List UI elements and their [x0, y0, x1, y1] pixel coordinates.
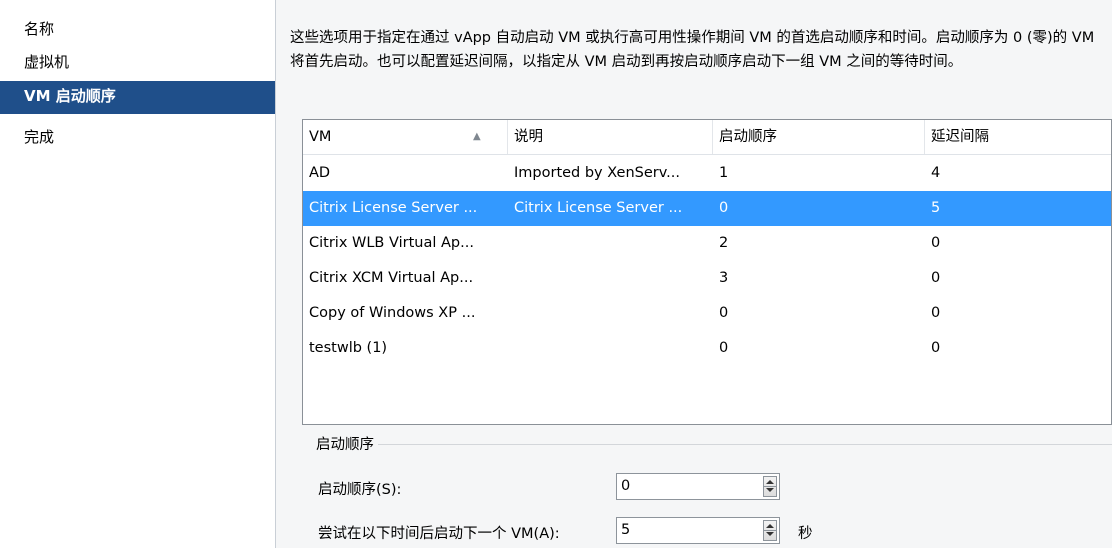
- column-header-start-order[interactable]: 启动顺序: [713, 120, 925, 154]
- cell-start-order: 0: [719, 305, 729, 321]
- nav-item-name[interactable]: 名称: [0, 14, 275, 47]
- description-text: 这些选项用于指定在通过 vApp 自动启动 VM 或执行高可用性操作期间 VM …: [290, 30, 1095, 70]
- main-panel: 这些选项用于指定在通过 vApp 自动启动 VM 或执行高可用性操作期间 VM …: [276, 0, 1112, 548]
- start-order-value: 0: [621, 478, 631, 494]
- cell-vm: Citrix XCM Virtual Ap...: [309, 270, 474, 286]
- group-divider: [364, 444, 1112, 445]
- nav-item-finish[interactable]: 完成: [0, 122, 275, 155]
- group-title: 启动顺序: [312, 433, 378, 454]
- table-row[interactable]: Citrix WLB Virtual Ap... 2 0: [303, 226, 1111, 261]
- wizard-nav: 名称 虚拟机 VM 启动顺序 完成: [0, 0, 276, 548]
- table-row[interactable]: Copy of Windows XP ... 0 0: [303, 296, 1111, 331]
- column-header-label: 说明: [514, 129, 543, 145]
- column-header-description[interactable]: 说明: [508, 120, 713, 154]
- cell-start-order: 0: [719, 340, 729, 356]
- cell-vm: Citrix WLB Virtual Ap...: [309, 235, 474, 251]
- cell-delay: 4: [931, 165, 941, 181]
- cell-start-order: 1: [719, 165, 729, 181]
- nav-item-vm-start-order[interactable]: VM 启动顺序: [0, 81, 275, 114]
- nav-item-label: VM 启动顺序: [24, 87, 116, 105]
- cell-vm: testwlb (1): [309, 340, 388, 356]
- cell-delay: 5: [931, 200, 941, 216]
- cell-start-order: 3: [719, 270, 729, 286]
- cell-delay: 0: [931, 235, 941, 251]
- delay-label: 尝试在以下时间后启动下一个 VM(A):: [318, 526, 560, 542]
- cell-description: Citrix License Server ...: [514, 200, 683, 216]
- spin-divider: [764, 530, 776, 531]
- spin-down-icon[interactable]: [766, 488, 774, 492]
- nav-item-label: 虚拟机: [24, 53, 70, 71]
- start-order-stepper[interactable]: 0: [616, 473, 780, 500]
- spin-up-icon[interactable]: [766, 524, 774, 528]
- delay-stepper[interactable]: 5: [616, 517, 780, 544]
- table-row[interactable]: testwlb (1) 0 0: [303, 331, 1111, 366]
- nav-item-label: 完成: [24, 128, 55, 146]
- delay-unit: 秒: [798, 526, 813, 542]
- spin-down-icon[interactable]: [766, 532, 774, 536]
- table-row[interactable]: AD Imported by XenServ... 1 4: [303, 156, 1111, 191]
- table-header: VM ▲ 说明 启动顺序 延迟间隔: [303, 120, 1111, 155]
- cell-description: Imported by XenServ...: [514, 165, 681, 181]
- cell-vm: AD: [309, 165, 331, 181]
- column-header-label: 延迟间隔: [931, 129, 989, 145]
- start-order-spin-buttons[interactable]: [763, 476, 777, 497]
- start-order-label: 启动顺序(S):: [318, 482, 402, 498]
- cell-delay: 0: [931, 270, 941, 286]
- column-header-label: VM: [309, 129, 332, 145]
- delay-value: 5: [621, 522, 631, 538]
- vm-order-table[interactable]: VM ▲ 说明 启动顺序 延迟间隔 AD Imported by XenServ…: [302, 119, 1112, 425]
- cell-delay: 0: [931, 305, 941, 321]
- delay-spin-buttons[interactable]: [763, 520, 777, 541]
- spin-up-icon[interactable]: [766, 480, 774, 484]
- table-row[interactable]: Citrix XCM Virtual Ap... 3 0: [303, 261, 1111, 296]
- cell-description: [508, 226, 713, 261]
- column-header-delay[interactable]: 延迟间隔: [925, 120, 1111, 154]
- column-header-vm[interactable]: VM ▲: [303, 120, 508, 154]
- cell-start-order: 0: [719, 200, 729, 216]
- nav-item-label: 名称: [24, 20, 55, 38]
- cell-delay: 0: [931, 340, 941, 356]
- sort-ascending-icon: ▲: [473, 131, 481, 142]
- cell-description: [508, 296, 713, 331]
- nav-item-vms[interactable]: 虚拟机: [0, 47, 275, 80]
- column-header-label: 启动顺序: [719, 129, 777, 145]
- cell-vm: Citrix License Server ...: [309, 200, 478, 216]
- table-row-selected[interactable]: Citrix License Server ... Citrix License…: [303, 191, 1111, 226]
- cell-description: [508, 331, 713, 366]
- cell-vm: Copy of Windows XP ...: [309, 305, 476, 321]
- cell-description: [508, 261, 713, 296]
- spin-divider: [764, 486, 776, 487]
- cell-start-order: 2: [719, 235, 729, 251]
